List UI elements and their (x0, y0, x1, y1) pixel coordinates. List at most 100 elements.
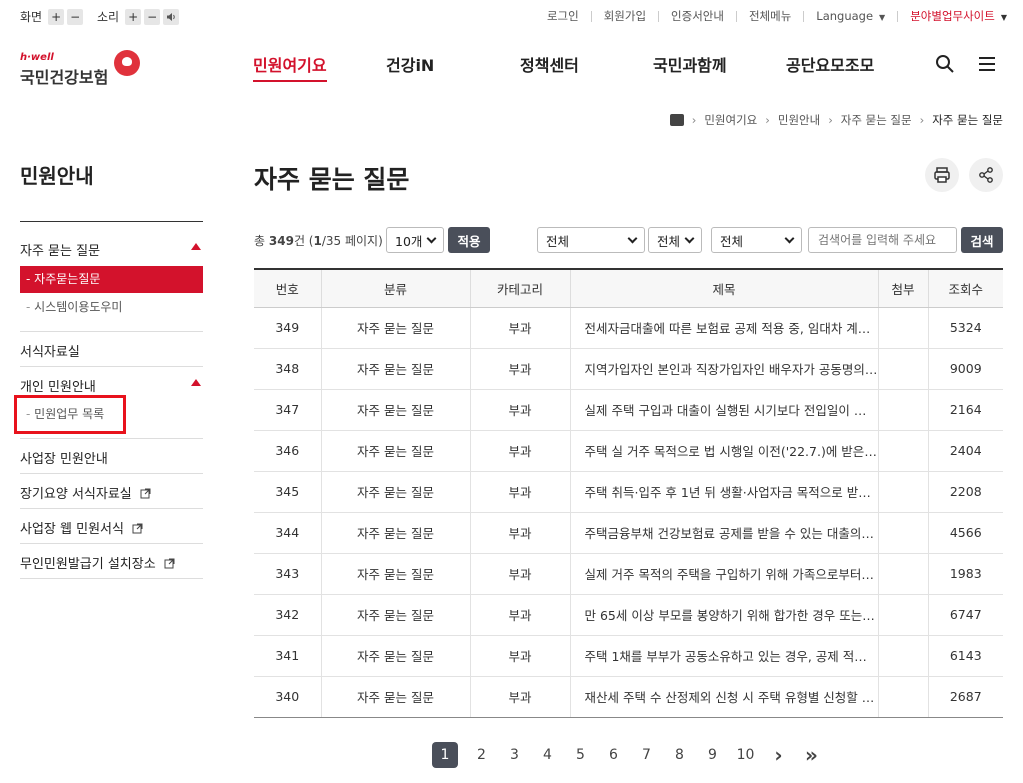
cell-title-link[interactable]: 주택 취득·입주 후 1년 뒤 생활·사업자금 목적으로 받은… (570, 471, 879, 513)
login-link[interactable]: 로그인 (547, 8, 579, 24)
cell-type: 자주 묻는 질문 (321, 676, 471, 718)
table-row[interactable]: 348 자주 묻는 질문 부과 지역가입자인 본인과 직장가입자인 배우자가 공… (254, 348, 1003, 390)
cell-title-link[interactable]: 지역가입자인 본인과 직장가입자인 배우자가 공동명의로… (570, 348, 879, 390)
page-link[interactable]: 7 (630, 747, 663, 763)
cell-title-link[interactable]: 실제 주택 구입과 대출이 실행된 시기보다 전입일이 늦어… (570, 389, 879, 431)
last-page-icon[interactable]: » (795, 743, 828, 767)
cell-attachment (878, 594, 929, 636)
sidebar-item-forms[interactable]: 서식자료실 (20, 341, 80, 360)
total-suffix: 건 ( (293, 234, 314, 248)
certificate-link[interactable]: 인증서안내 (671, 8, 724, 24)
partner-site-select[interactable]: 분야별업무사이트 ▼ (910, 8, 1007, 24)
sidebar-subitem-faq[interactable]: - 자주묻는질문 (20, 266, 203, 293)
page-link[interactable]: 2 (465, 747, 498, 763)
table-header-row: 번호 분류 카테고리 제목 첨부 조회수 (254, 268, 1003, 308)
page-link[interactable]: 8 (663, 747, 696, 763)
search-icon[interactable] (935, 54, 955, 74)
cell-title-link[interactable]: 실제 거주 목적의 주택을 구입하기 위해 가족으로부터 돈… (570, 553, 879, 595)
volume-down-button[interactable]: − (144, 8, 161, 25)
cell-views: 2404 (928, 430, 1003, 472)
sidebar-item-personal[interactable]: 개인 민원안내 (20, 376, 203, 395)
breadcrumb-item[interactable]: 민원여기요 (704, 112, 757, 128)
cell-views: 5324 (928, 307, 1003, 349)
filter-select-1[interactable]: 전체 (537, 227, 645, 253)
divider (20, 508, 203, 509)
chevron-down-icon (426, 233, 437, 243)
page-link[interactable]: 9 (696, 747, 729, 763)
page-link[interactable]: 5 (564, 747, 597, 763)
signup-link[interactable]: 회원가입 (604, 8, 646, 24)
full-menu-link[interactable]: 전체메뉴 (749, 8, 791, 24)
table-row[interactable]: 346 자주 묻는 질문 부과 주택 실 거주 목적으로 법 시행일 이전('2… (254, 430, 1003, 472)
search-input[interactable] (808, 227, 957, 253)
nav-item-with-citizens[interactable]: 국민과함께 (653, 52, 727, 76)
total-prefix: 총 (254, 234, 266, 248)
pagination: 1 2 3 4 5 6 7 8 9 10 › » (432, 742, 828, 768)
nav-item-policy[interactable]: 정책센터 (520, 52, 579, 76)
nav-item-about[interactable]: 공단요모조모 (786, 52, 874, 76)
cell-title-link[interactable]: 주택금융부채 건강보험료 공제를 받을 수 있는 대출의 종… (570, 512, 879, 554)
sidebar-item-kiosk[interactable]: 무인민원발급기 설치장소 (20, 553, 175, 572)
table-row[interactable]: 341 자주 묻는 질문 부과 주택 1채를 부부가 공동소유하고 있는 경우,… (254, 635, 1003, 677)
volume-up-button[interactable]: + (125, 8, 142, 25)
zoom-in-button[interactable]: + (48, 8, 65, 25)
next-page-icon[interactable]: › (762, 743, 795, 767)
breadcrumb-item[interactable]: 민원안내 (778, 112, 820, 128)
chevron-right-icon: › (828, 113, 833, 127)
cell-title-link[interactable]: 만 65세 이상 부모를 봉양하기 위해 합가한 경우 또는 미… (570, 594, 879, 636)
breadcrumb-item[interactable]: 자주 묻는 질문 (841, 112, 912, 128)
filter-3-value: 전체 (720, 233, 744, 249)
language-select[interactable]: Language ▼ (816, 9, 885, 23)
sidebar-item-ltc-forms[interactable]: 장기요양 서식자료실 (20, 483, 151, 502)
apply-button[interactable]: 적용 (448, 227, 490, 253)
header-number: 번호 (254, 268, 322, 308)
header-category: 카테고리 (470, 268, 571, 308)
table-row[interactable]: 343 자주 묻는 질문 부과 실제 거주 목적의 주택을 구입하기 위해 가족… (254, 553, 1003, 595)
share-button[interactable] (969, 158, 1003, 192)
page-link[interactable]: 10 (729, 747, 762, 763)
filter-select-2[interactable]: 전체 (648, 227, 702, 253)
caret-down-icon: ▼ (1000, 13, 1007, 22)
page-link[interactable]: 4 (531, 747, 564, 763)
logo[interactable]: h·well 국민건강보험 (20, 42, 140, 92)
menu-icon[interactable] (977, 54, 997, 74)
page-link-current[interactable]: 1 (432, 742, 458, 768)
heart-logo-icon (114, 50, 140, 76)
language-label: Language (816, 9, 874, 23)
caret-down-icon: ▼ (879, 13, 886, 22)
table-row[interactable]: 342 자주 묻는 질문 부과 만 65세 이상 부모를 봉양하기 위해 합가한… (254, 594, 1003, 636)
page-link[interactable]: 3 (498, 747, 531, 763)
table-row[interactable]: 349 자주 묻는 질문 부과 전세자금대출에 따른 보험료 공제 적용 중, … (254, 307, 1003, 349)
cell-views: 9009 (928, 348, 1003, 390)
cell-number: 347 (254, 389, 322, 431)
print-button[interactable] (925, 158, 959, 192)
page-link[interactable]: 6 (597, 747, 630, 763)
cell-title-link[interactable]: 재산세 주택 수 산정제외 신청 시 주택 유형별 신청할 수 … (570, 676, 879, 718)
cell-title-link[interactable]: 주택 1채를 부부가 공동소유하고 있는 경우, 공제 적용 대… (570, 635, 879, 677)
sidebar-item-business[interactable]: 사업장 민원안내 (20, 448, 108, 467)
cell-title-link[interactable]: 주택 실 거주 목적으로 법 시행일 이전('22.7.)에 받은 부… (570, 430, 879, 472)
cell-type: 자주 묻는 질문 (321, 307, 471, 349)
sidebar-subitem-system-help[interactable]: - 시스템이용도우미 (20, 298, 203, 316)
cell-attachment (878, 676, 929, 718)
sidebar-item-web-forms[interactable]: 사업장 웹 민원서식 (20, 518, 143, 537)
home-icon[interactable] (669, 114, 684, 126)
breadcrumb: › 민원여기요 › 민원안내 › 자주 묻는 질문 › 자주 묻는 질문 (669, 112, 1003, 128)
table-row[interactable]: 347 자주 묻는 질문 부과 실제 주택 구입과 대출이 실행된 시기보다 전… (254, 389, 1003, 431)
table-row[interactable]: 340 자주 묻는 질문 부과 재산세 주택 수 산정제외 신청 시 주택 유형… (254, 676, 1003, 718)
screen-label: 화면 (20, 10, 43, 24)
nav-item-health-in[interactable]: 건강iN (386, 52, 434, 76)
table-row[interactable]: 345 자주 묻는 질문 부과 주택 취득·입주 후 1년 뒤 생활·사업자금 … (254, 471, 1003, 513)
search-button[interactable]: 검색 (961, 227, 1003, 253)
table-row[interactable]: 344 자주 묻는 질문 부과 주택금융부채 건강보험료 공제를 받을 수 있는… (254, 512, 1003, 554)
zoom-out-button[interactable]: − (67, 8, 84, 25)
sidebar-item-faq[interactable]: 자주 묻는 질문 (20, 240, 203, 259)
cell-title-link[interactable]: 전세자금대출에 따른 보험료 공제 적용 중, 임대차 계약 … (570, 307, 879, 349)
per-page-select[interactable]: 10개 (386, 227, 444, 253)
nav-item-minwon[interactable]: 민원여기요 (253, 52, 327, 82)
filter-select-3[interactable]: 전체 (711, 227, 802, 253)
speaker-icon[interactable] (163, 8, 180, 25)
cell-number: 346 (254, 430, 322, 472)
cell-views: 6143 (928, 635, 1003, 677)
screen-zoom-control: 화면 + − (20, 8, 84, 25)
